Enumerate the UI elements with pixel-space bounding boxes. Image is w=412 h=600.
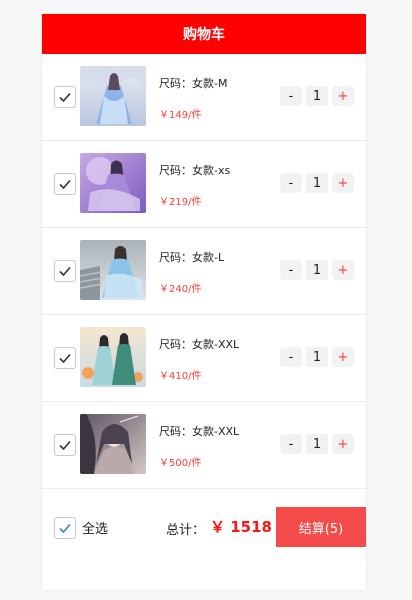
quantity-value[interactable]: 1	[306, 86, 328, 106]
list-item: 尺码：女款-L ￥240/件 - 1 +	[42, 228, 366, 315]
unit-price: ￥149/件	[159, 110, 202, 121]
size-label: 尺码：女款-M	[159, 77, 228, 90]
item-checkbox[interactable]	[54, 260, 76, 282]
quantity-stepper: - 1 +	[280, 434, 354, 454]
total-label: 总计：	[166, 523, 206, 538]
increase-button[interactable]: +	[332, 86, 354, 106]
product-image[interactable]	[80, 414, 146, 474]
quantity-stepper: - 1 +	[280, 347, 354, 367]
item-checkbox[interactable]	[54, 434, 76, 456]
checkmark-icon	[59, 523, 71, 534]
list-item: 尺码：女款-XXL ￥500/件 - 1 +	[42, 402, 366, 489]
quantity-stepper: - 1 +	[280, 86, 354, 106]
product-image[interactable]	[80, 153, 146, 213]
list-item: 尺码：女款-M ￥149/件 - 1 +	[42, 54, 366, 141]
select-all-checkbox[interactable]	[54, 517, 76, 539]
product-image[interactable]	[80, 66, 146, 126]
decrease-button[interactable]: -	[280, 347, 302, 367]
item-checkbox[interactable]	[54, 347, 76, 369]
quantity-value[interactable]: 1	[306, 434, 328, 454]
quantity-stepper: - 1 +	[280, 173, 354, 193]
page-title: 购物车	[42, 14, 366, 54]
unit-price: ￥219/件	[159, 197, 202, 208]
quantity-value[interactable]: 1	[306, 347, 328, 367]
size-label: 尺码：女款-XXL	[159, 338, 240, 351]
checkmark-icon	[59, 440, 71, 451]
item-checkbox[interactable]	[54, 86, 76, 108]
select-all-label[interactable]: 全选	[82, 518, 108, 537]
cart-page: 购物车 尺码：女款-M ￥149/件 - 1 + 尺码：女款-xs ￥219/件…	[42, 14, 366, 590]
checkmark-icon	[59, 266, 71, 277]
unit-price: ￥240/件	[159, 284, 202, 295]
quantity-value[interactable]: 1	[306, 173, 328, 193]
decrease-button[interactable]: -	[280, 173, 302, 193]
increase-button[interactable]: +	[332, 434, 354, 454]
unit-price: ￥410/件	[159, 371, 202, 382]
decrease-button[interactable]: -	[280, 434, 302, 454]
list-item: 尺码：女款-xs ￥219/件 - 1 +	[42, 141, 366, 228]
checkmark-icon	[59, 353, 71, 364]
product-image[interactable]	[80, 327, 146, 387]
checkmark-icon	[59, 179, 71, 190]
increase-button[interactable]: +	[332, 173, 354, 193]
decrease-button[interactable]: -	[280, 260, 302, 280]
product-image[interactable]	[80, 240, 146, 300]
list-item: 尺码：女款-XXL ￥410/件 - 1 +	[42, 315, 366, 402]
increase-button[interactable]: +	[332, 260, 354, 280]
quantity-stepper: - 1 +	[280, 260, 354, 280]
quantity-value[interactable]: 1	[306, 260, 328, 280]
size-label: 尺码：女款-L	[159, 251, 225, 264]
checkout-button[interactable]: 结算(5)	[276, 507, 366, 547]
item-checkbox[interactable]	[54, 173, 76, 195]
unit-price: ￥500/件	[159, 458, 202, 469]
decrease-button[interactable]: -	[280, 86, 302, 106]
size-label: 尺码：女款-xs	[159, 164, 231, 177]
checkmark-icon	[59, 92, 71, 103]
increase-button[interactable]: +	[332, 347, 354, 367]
cart-footer: 全选 总计： ￥ 1518 结算(5)	[42, 507, 366, 547]
total-amount: ￥ 1518	[210, 518, 272, 536]
size-label: 尺码：女款-XXL	[159, 425, 240, 438]
